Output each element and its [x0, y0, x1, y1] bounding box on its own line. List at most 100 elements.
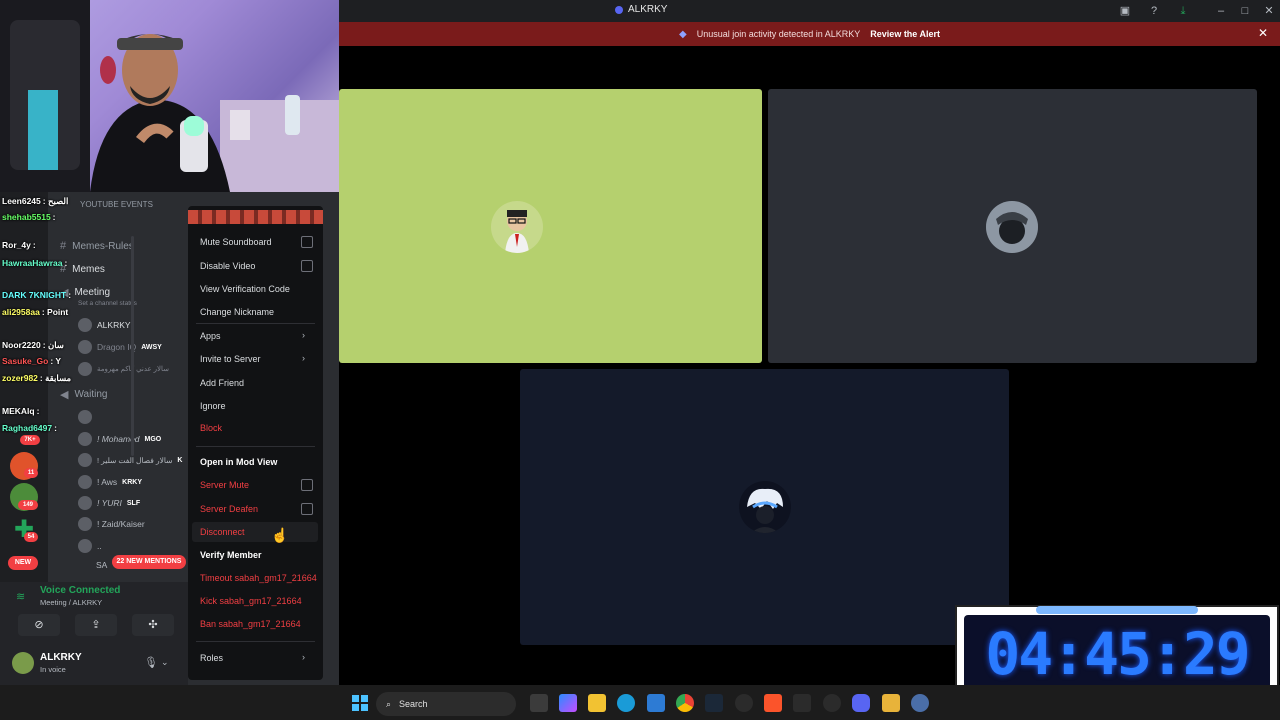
- store-icon[interactable]: [647, 694, 665, 712]
- member-name: ! YURI: [97, 498, 122, 508]
- channel-label: Waiting: [74, 389, 108, 400]
- capcut-icon[interactable]: [793, 694, 811, 712]
- avatar: [78, 475, 92, 489]
- chrome-icon[interactable]: [676, 694, 694, 712]
- voice-member[interactable]: ALKRKY: [78, 318, 131, 332]
- close-alert-icon[interactable]: ✕: [1258, 26, 1268, 40]
- discord-icon[interactable]: [852, 694, 870, 712]
- chevron-down-icon[interactable]: ⌄: [161, 657, 169, 668]
- apps-item[interactable]: Apps: [200, 331, 221, 341]
- video-tile-user-3[interactable]: [520, 369, 1009, 645]
- review-alert-button[interactable]: Review the Alert: [870, 29, 940, 39]
- channel-label: Meeting: [74, 287, 111, 298]
- voice-member[interactable]: ! Aws KRKY: [78, 475, 142, 489]
- menu-scrollbar[interactable]: [131, 236, 134, 456]
- signal-icon: ≋: [16, 591, 26, 603]
- minimize-icon[interactable]: –: [1213, 3, 1229, 19]
- chat-username: Noor2220: [2, 340, 41, 350]
- invite-to-server-item[interactable]: Invite to Server: [200, 354, 261, 364]
- steam-icon[interactable]: [705, 694, 723, 712]
- microphone-icon[interactable]: 🎙: [144, 656, 158, 669]
- block-item[interactable]: Block: [200, 423, 222, 433]
- voice-member[interactable]: ! YURI SLF: [78, 496, 140, 510]
- user-context-menu: Mute Soundboard Disable Video View Verif…: [188, 206, 323, 680]
- video-tile-user-2[interactable]: [768, 89, 1257, 363]
- task-view-icon[interactable]: [530, 694, 548, 712]
- timer-decoration: [1036, 606, 1198, 614]
- voice-member[interactable]: [78, 410, 92, 424]
- verify-member-item[interactable]: Verify Member: [200, 550, 262, 560]
- user-avatar[interactable]: [12, 652, 34, 674]
- camera-off-icon[interactable]: ⊘: [18, 614, 60, 636]
- voice-member[interactable]: Dragon IQ AWSY: [78, 340, 162, 354]
- chat-message: zozer982: مسابقة: [2, 373, 71, 384]
- obs-icon[interactable]: [911, 694, 929, 712]
- chat-username: shehab5515: [2, 212, 51, 222]
- app-icon[interactable]: [882, 694, 900, 712]
- voice-member[interactable]: ..: [78, 539, 102, 553]
- disable-video-checkbox[interactable]: [301, 260, 313, 272]
- screen-share-icon[interactable]: ▣: [1117, 3, 1133, 19]
- copilot-icon[interactable]: [559, 694, 577, 712]
- voice-member[interactable]: سالار عدني كاكم مهرومة: [78, 362, 169, 376]
- add-friend-item[interactable]: Add Friend: [200, 378, 244, 388]
- video-tile-user-1[interactable]: [339, 89, 762, 363]
- speaker-icon: ◀: [60, 389, 69, 401]
- ignore-item[interactable]: Ignore: [200, 401, 226, 411]
- new-badge[interactable]: NEW: [8, 556, 38, 570]
- chat-text: :: [64, 258, 68, 268]
- windows-start-icon[interactable]: [352, 695, 368, 711]
- kick-member-item[interactable]: Kick sabah_gm17_21664: [200, 596, 302, 606]
- voice-member[interactable]: ! Mohamed MGO: [78, 432, 161, 446]
- roles-item[interactable]: Roles: [200, 653, 223, 663]
- screen-share-button-icon[interactable]: ⇪: [75, 614, 117, 636]
- new-mentions-button[interactable]: 22 NEW MENTIONS: [112, 555, 186, 569]
- channel-status-hint[interactable]: Set a channel status: [78, 300, 137, 307]
- unread-badge: 54: [24, 532, 38, 542]
- hash-icon: #: [60, 240, 67, 252]
- change-nickname-item[interactable]: Change Nickname: [200, 307, 274, 317]
- server-mute-checkbox[interactable]: [301, 479, 313, 491]
- open-mod-view-item[interactable]: Open in Mod View: [200, 457, 277, 467]
- user-avatar: [739, 481, 791, 533]
- current-user-name[interactable]: ALKRKY: [40, 652, 82, 663]
- voice-location[interactable]: Meeting / ALKRKY: [40, 598, 102, 607]
- help-icon[interactable]: ?: [1146, 3, 1162, 19]
- chat-username: Leen6245: [2, 196, 41, 206]
- chat-text: :: [36, 406, 40, 416]
- mute-soundboard-checkbox[interactable]: [301, 236, 313, 248]
- member-tag: KRKY: [122, 478, 143, 486]
- search-icon: ⌕: [386, 698, 392, 709]
- voice-status[interactable]: Voice Connected: [40, 585, 120, 596]
- voice-member[interactable]: ! Zaid/Kaiser: [78, 517, 145, 531]
- disable-video-item[interactable]: Disable Video: [200, 261, 255, 271]
- chat-text: :: [68, 290, 72, 300]
- taskbar: [0, 685, 1280, 720]
- brave-icon[interactable]: [764, 694, 782, 712]
- view-verification-code-item[interactable]: View Verification Code: [200, 284, 290, 294]
- server-mute-item[interactable]: Server Mute: [200, 480, 249, 490]
- close-window-icon[interactable]: ✕: [1261, 3, 1277, 19]
- file-explorer-icon[interactable]: [588, 694, 606, 712]
- server-deafen-item[interactable]: Server Deafen: [200, 504, 258, 514]
- chat-username: zozer982: [2, 373, 38, 383]
- voice-channel-waiting[interactable]: ◀ Waiting: [60, 388, 107, 401]
- voice-member[interactable]: SA: [96, 560, 107, 570]
- channel-memes-rules[interactable]: # Memes-Rules: [60, 240, 134, 252]
- server-deafen-checkbox[interactable]: [301, 503, 313, 515]
- app-icon[interactable]: [823, 694, 841, 712]
- download-icon[interactable]: ⤓: [1175, 3, 1191, 19]
- disconnect-item[interactable]: Disconnect: [200, 527, 245, 537]
- settings-gear-icon[interactable]: [735, 694, 753, 712]
- ban-member-item[interactable]: Ban sabah_gm17_21664: [200, 619, 301, 629]
- mute-soundboard-item[interactable]: Mute Soundboard: [200, 237, 272, 247]
- youtube-events-category[interactable]: YOUTUBE EVENTS: [80, 200, 153, 209]
- user-avatar: [491, 201, 543, 253]
- timeout-member-item[interactable]: Timeout sabah_gm17_21664: [200, 573, 317, 583]
- edge-icon[interactable]: [617, 694, 635, 712]
- activities-icon[interactable]: ✣: [132, 614, 174, 636]
- maximize-icon[interactable]: □: [1237, 3, 1253, 19]
- taskbar-search[interactable]: ⌕ Search: [376, 692, 516, 716]
- chat-text: : مسابقة: [39, 373, 72, 383]
- chat-message: Leen6245: الصبح: [2, 196, 68, 207]
